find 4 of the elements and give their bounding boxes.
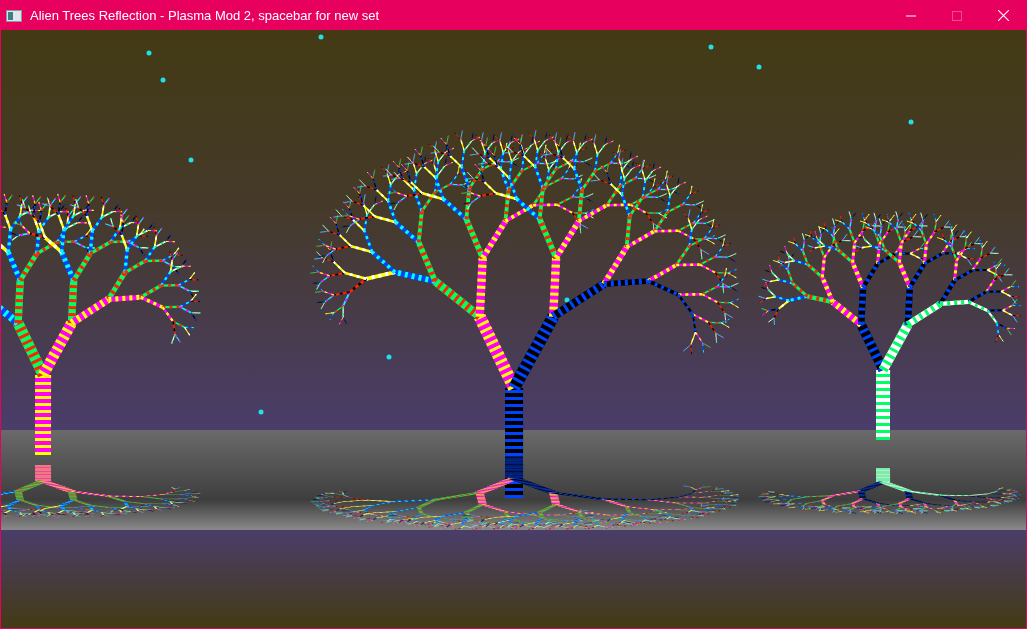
close-icon — [997, 10, 1009, 21]
maximize-icon — [952, 10, 962, 21]
app-icon — [6, 9, 22, 22]
window-title: Alien Trees Reflection - Plasma Mod 2, spacebar for new set — [30, 6, 379, 25]
